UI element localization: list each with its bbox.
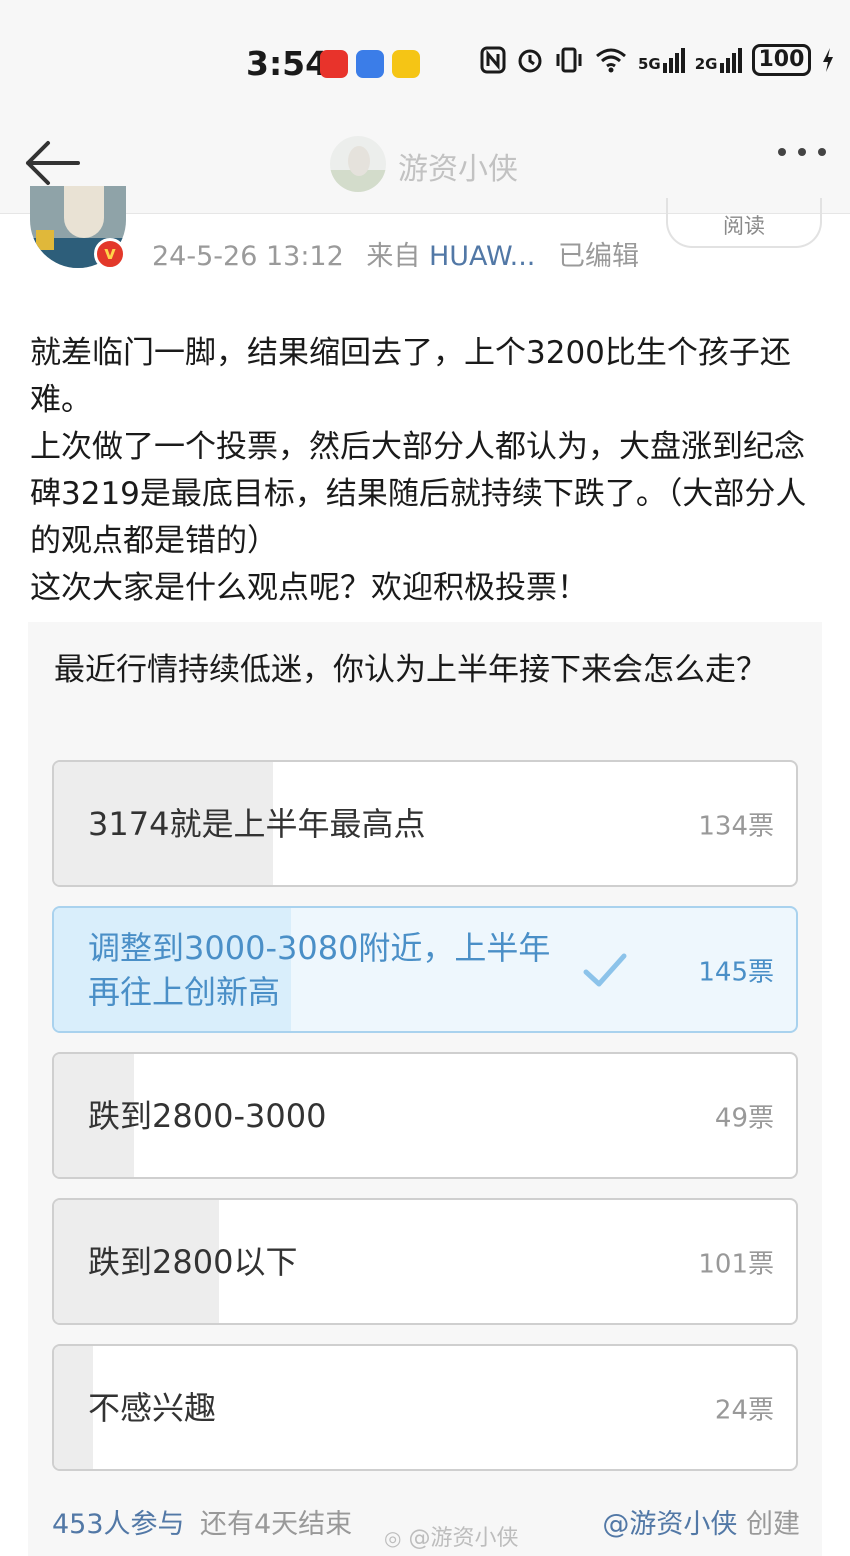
poll-option-label: 调整到3000-3080附近，上半年再往上创新高: [88, 928, 551, 1011]
status-bar: 3:54 5G 2G 100: [0, 0, 850, 118]
poll-option-votes: 24票: [714, 1395, 774, 1425]
poll-creator-handle[interactable]: @游资小侠: [602, 1509, 737, 1540]
post-meta: 24-5-26 13:12 来自 HUAW... 已编辑: [152, 234, 639, 273]
vibrate-icon: [556, 47, 582, 73]
wifi-icon: [596, 48, 626, 73]
signal-2g-label: 2G: [694, 54, 718, 73]
poll-option-label: 不感兴趣: [88, 1388, 217, 1427]
checkmark-icon: [583, 953, 627, 987]
post-source[interactable]: HUAW...: [429, 241, 535, 272]
charging-icon: [823, 48, 834, 72]
poll-card: 最近行情持续低迷，你认为上半年接下来会怎么走？ 3174就是上半年最高点 134…: [28, 622, 822, 1556]
poll-option[interactable]: 跌到2800-3000 49票: [52, 1052, 798, 1179]
post-time: 24-5-26 13:12: [152, 241, 344, 272]
post-body: 就差临门一脚，结果缩回去了，上个3200比生个孩子还难。 上次做了一个投票，然后…: [30, 330, 830, 612]
poll-option-label: 跌到2800以下: [88, 1242, 298, 1281]
read-label: 阅读: [723, 214, 765, 238]
poll-option[interactable]: 不感兴趣 24票: [52, 1344, 798, 1471]
app-icon-red: [320, 50, 348, 78]
poll-option-votes: 49票: [714, 1103, 774, 1133]
poll-option-votes: 134票: [698, 811, 774, 841]
post-text-line: 上次做了一个投票，然后大部分人都认为，大盘涨到纪念碑3219是最底目标，结果随后…: [30, 429, 807, 559]
header-title[interactable]: 游资小侠: [398, 144, 518, 188]
poll-option-votes: 145票: [698, 957, 774, 987]
poll-remaining: 还有4天结束: [200, 1509, 353, 1540]
signal-5g-label: 5G: [638, 54, 661, 73]
poll-option-label: 3174就是上半年最高点: [88, 804, 426, 843]
watermark-text: @游资小侠: [408, 1526, 519, 1551]
read-count-button[interactable]: 阅读: [666, 198, 822, 248]
status-icons: 5G 2G 100: [480, 44, 835, 76]
poll-question: 最近行情持续低迷，你认为上半年接下来会怎么走？: [54, 652, 767, 688]
app-icon-yellow: [392, 50, 420, 78]
poll-option-label: 跌到2800-3000: [88, 1096, 327, 1135]
poll-option[interactable]: 跌到2800以下 101票: [52, 1198, 798, 1325]
signal-2g-icon: 2G: [694, 47, 742, 73]
post-from: 来自: [366, 241, 421, 272]
watermark: ◎ @游资小侠: [384, 1520, 518, 1552]
post-text-line: 就差临门一脚，结果缩回去了，上个3200比生个孩子还难。: [30, 335, 791, 418]
verified-badge-icon: v: [94, 238, 126, 270]
poll-option[interactable]: 3174就是上半年最高点 134票: [52, 760, 798, 887]
alarm-icon: [518, 49, 542, 73]
status-time: 3:54: [246, 44, 329, 83]
post-text-line: 这次大家是什么观点呢？欢迎积极投票！: [30, 570, 588, 606]
poll-option-selected[interactable]: 调整到3000-3080附近，上半年再往上创新高 145票: [52, 906, 798, 1033]
back-arrow-icon[interactable]: [22, 138, 82, 188]
signal-5g-icon: 5G: [638, 47, 685, 73]
poll-participants: 453人参与: [52, 1509, 185, 1540]
more-icon[interactable]: [778, 148, 826, 156]
nfc-icon: [480, 46, 506, 74]
poll-creator: @游资小侠 创建: [602, 1502, 800, 1541]
poll-creator-suffix: 创建: [746, 1509, 800, 1540]
poll-option-votes: 101票: [698, 1249, 774, 1279]
app-icon-blue: [356, 50, 384, 78]
battery-level: 100: [751, 44, 812, 76]
post-edited[interactable]: 已编辑: [558, 241, 639, 272]
weibo-logo-icon: ◎: [384, 1526, 402, 1550]
header-avatar[interactable]: [330, 136, 386, 192]
